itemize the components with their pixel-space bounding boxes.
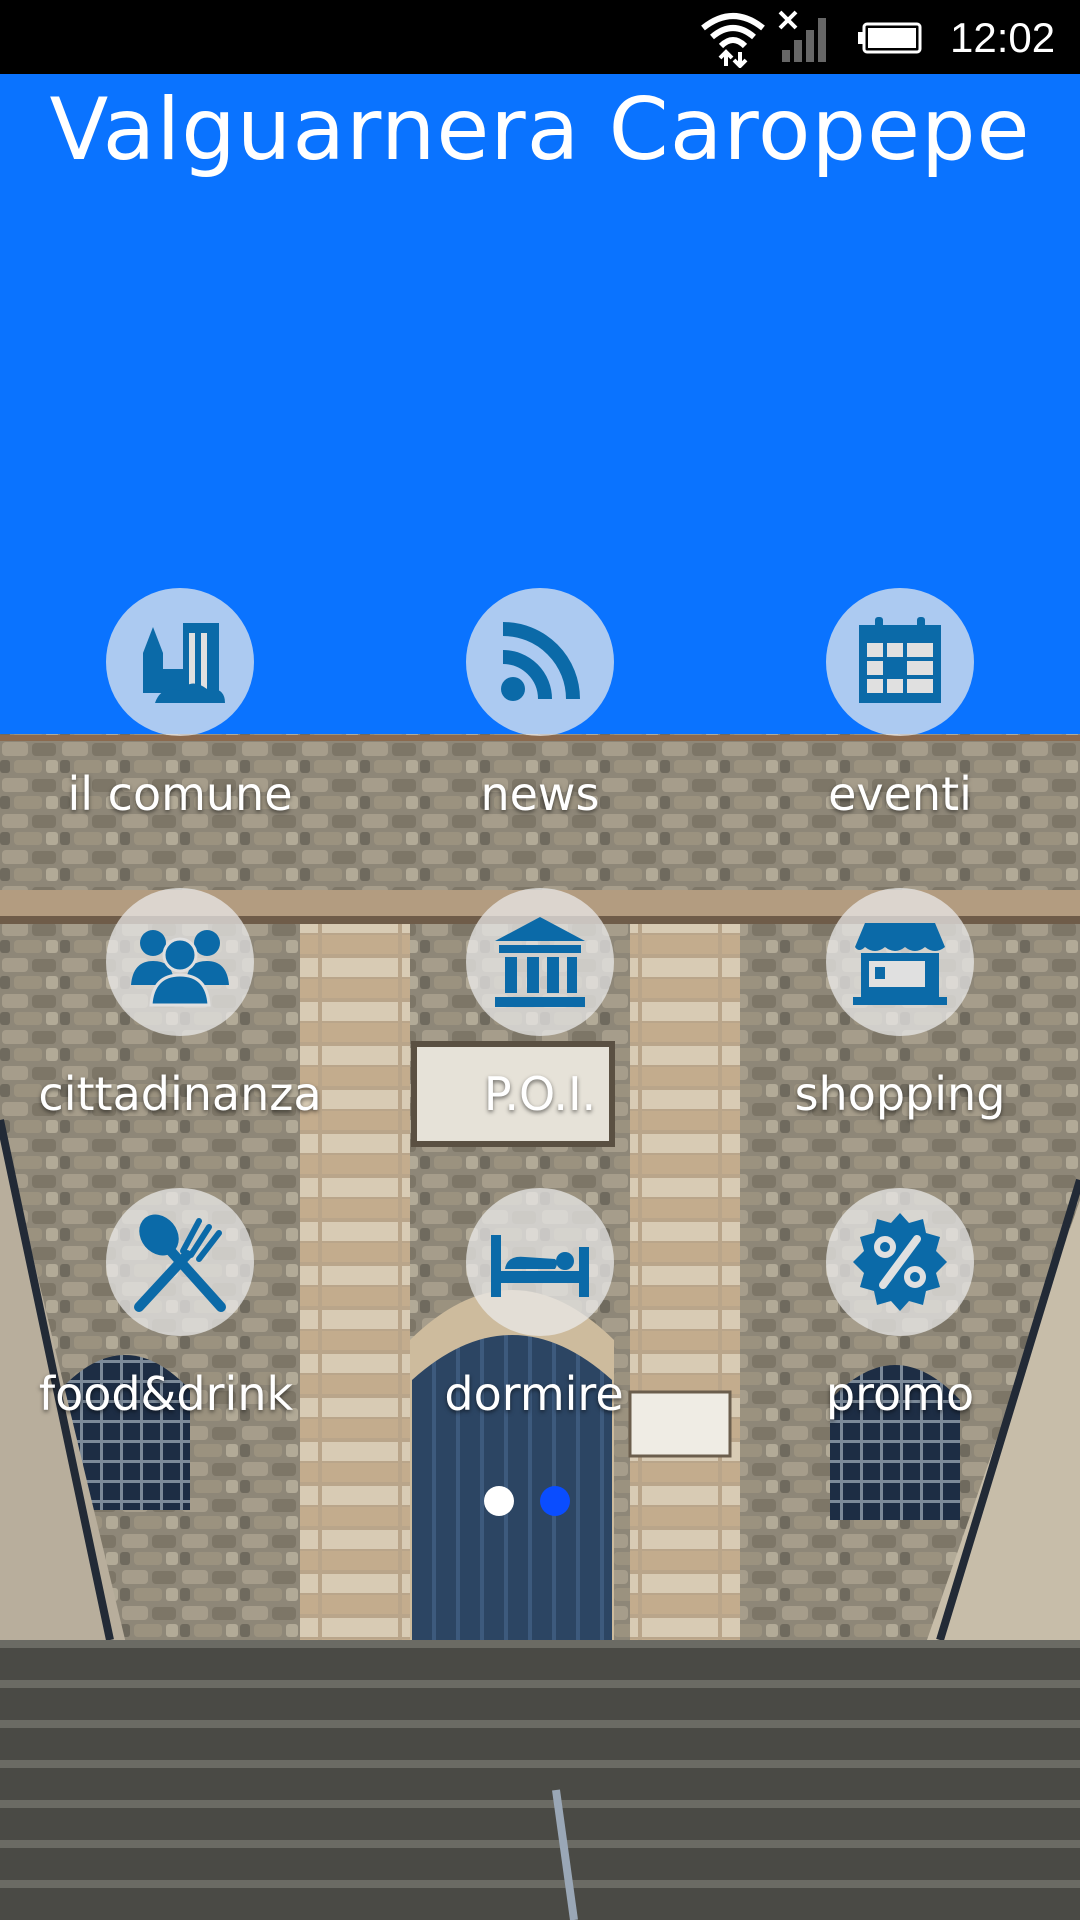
menu-food-drink[interactable]: food&drink — [30, 1188, 330, 1421]
menu-news[interactable]: news — [390, 588, 690, 821]
menu-shopping[interactable]: shopping — [750, 888, 1050, 1121]
menu-icon-circle — [466, 1188, 614, 1336]
menu-eventi[interactable]: eventi — [750, 588, 1050, 821]
status-bar: 12:02 — [0, 0, 1080, 74]
menu-label: shopping — [794, 1067, 1006, 1121]
menu-label: cittadinanza — [38, 1067, 322, 1121]
menu-label: food&drink — [38, 1367, 294, 1421]
menu-icon-circle — [826, 888, 974, 1036]
menu-promo[interactable]: promo — [750, 1188, 1050, 1421]
menu-label: P.O.I. — [483, 1067, 597, 1121]
wifi-icon — [701, 13, 765, 68]
menu-label: eventi — [828, 767, 972, 821]
menu-icon-circle — [106, 588, 254, 736]
menu-dormire[interactable]: dormire — [390, 1188, 690, 1421]
menu-cittadinanza[interactable]: cittadinanza — [30, 888, 330, 1121]
battery-icon — [858, 22, 922, 54]
percent-badge-icon — [853, 1213, 947, 1311]
app-title: Valguarnera Caropepe — [49, 80, 1031, 180]
menu-label: promo — [825, 1367, 975, 1421]
bed-icon — [491, 1235, 589, 1297]
signal-icon — [778, 10, 826, 62]
rss-icon — [501, 622, 580, 701]
menu-icon-circle — [826, 1188, 974, 1336]
shop-icon — [853, 923, 947, 1005]
menu-icon-circle — [826, 588, 974, 736]
clock: 12:02 — [950, 14, 1056, 61]
menu-label: il comune — [67, 767, 293, 821]
cutlery-icon — [134, 1214, 226, 1312]
menu-label: news — [480, 767, 600, 821]
page-dot-2[interactable] — [540, 1486, 570, 1516]
people-icon — [131, 930, 229, 1007]
page-indicator — [484, 1486, 598, 1518]
menu-il-comune[interactable]: il comune — [30, 588, 330, 821]
menu-icon-circle — [466, 888, 614, 1036]
calendar-icon — [859, 617, 941, 703]
menu-icon-circle — [466, 588, 614, 736]
museum-icon — [495, 917, 585, 1007]
menu-label: dormire — [444, 1367, 624, 1421]
town-hall-icon — [143, 623, 225, 703]
menu-icon-circle — [106, 888, 254, 1036]
menu-icon-circle — [106, 1188, 254, 1336]
page-dot-1[interactable] — [484, 1486, 514, 1516]
menu-poi[interactable]: P.O.I. — [390, 888, 690, 1121]
